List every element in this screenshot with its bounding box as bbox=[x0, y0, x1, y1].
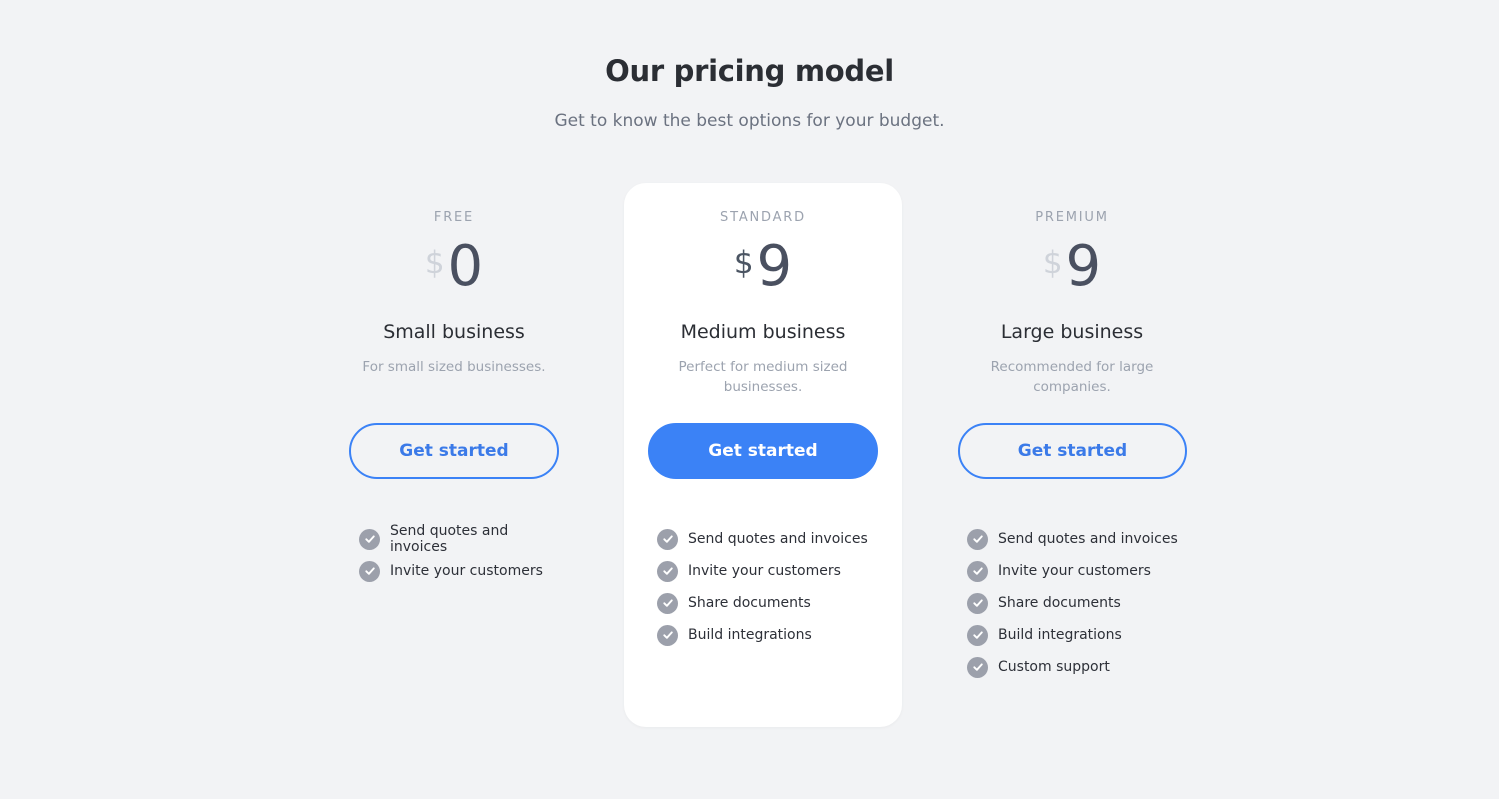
feature-label: Invite your customers bbox=[998, 563, 1151, 579]
feature-list: Send quotes and invoices Invite your cus… bbox=[359, 523, 569, 587]
feature-item: Invite your customers bbox=[359, 555, 569, 587]
feature-label: Custom support bbox=[998, 659, 1110, 675]
plan-description: Perfect for medium sized businesses. bbox=[678, 359, 848, 395]
currency-symbol: $ bbox=[733, 245, 754, 281]
check-circle-icon bbox=[967, 592, 988, 614]
check-circle-icon bbox=[657, 624, 678, 646]
feature-label: Share documents bbox=[998, 595, 1121, 611]
price-amount: 9 bbox=[756, 234, 793, 299]
plan-description: Recommended for large companies. bbox=[990, 359, 1154, 395]
feature-item: Send quotes and invoices bbox=[657, 523, 868, 555]
check-circle-icon bbox=[967, 560, 988, 582]
feature-item: Invite your customers bbox=[967, 555, 1178, 587]
page-title: Our pricing model bbox=[605, 54, 894, 88]
plan-tier: FREE bbox=[433, 210, 475, 225]
feature-list: Send quotes and invoices Invite your cus… bbox=[657, 523, 868, 651]
check-circle-icon bbox=[967, 528, 988, 550]
page-subtitle: Get to know the best options for your bu… bbox=[554, 111, 945, 131]
plan-name: Small business bbox=[383, 321, 525, 343]
feature-item: Send quotes and invoices bbox=[967, 523, 1178, 555]
plan-card-premium: PREMIUM $ 9 Large business Recommended f… bbox=[957, 183, 1187, 727]
feature-label: Build integrations bbox=[688, 627, 812, 643]
plan-card-standard: STANDARD $ 9 Medium business Perfect for… bbox=[624, 183, 902, 727]
plan-tier: STANDARD bbox=[720, 210, 806, 225]
plan-price: $ 9 bbox=[957, 239, 1187, 295]
currency-symbol: $ bbox=[1042, 245, 1063, 281]
feature-item: Build integrations bbox=[967, 619, 1178, 651]
plan-price: $ 9 bbox=[624, 239, 902, 295]
feature-item: Share documents bbox=[657, 587, 868, 619]
check-circle-icon bbox=[967, 624, 988, 646]
plan-description: For small sized businesses. bbox=[362, 359, 546, 375]
currency-symbol: $ bbox=[424, 245, 445, 281]
feature-item: Invite your customers bbox=[657, 555, 868, 587]
price-amount: 9 bbox=[1065, 234, 1102, 299]
check-circle-icon bbox=[657, 560, 678, 582]
plan-name: Medium business bbox=[680, 321, 846, 343]
get-started-button-premium[interactable]: Get started bbox=[958, 423, 1187, 479]
plan-price: $ 0 bbox=[339, 239, 569, 295]
feature-item: Build integrations bbox=[657, 619, 868, 651]
feature-item: Send quotes and invoices bbox=[359, 523, 569, 555]
plan-name: Large business bbox=[1000, 321, 1144, 343]
check-circle-icon bbox=[359, 528, 380, 550]
check-circle-icon bbox=[657, 528, 678, 550]
get-started-button-free[interactable]: Get started bbox=[349, 423, 559, 479]
get-started-button-standard[interactable]: Get started bbox=[648, 423, 878, 479]
plan-card-free: FREE $ 0 Small business For small sized … bbox=[339, 183, 569, 727]
feature-label: Send quotes and invoices bbox=[688, 531, 868, 547]
pricing-plans: FREE $ 0 Small business For small sized … bbox=[0, 183, 1499, 728]
feature-item: Share documents bbox=[967, 587, 1178, 619]
check-circle-icon bbox=[967, 656, 988, 678]
feature-label: Send quotes and invoices bbox=[998, 531, 1178, 547]
check-circle-icon bbox=[657, 592, 678, 614]
price-amount: 0 bbox=[447, 234, 484, 299]
feature-label: Share documents bbox=[688, 595, 811, 611]
feature-list: Send quotes and invoices Invite your cus… bbox=[967, 523, 1178, 683]
feature-label: Send quotes and invoices bbox=[390, 523, 509, 555]
check-circle-icon bbox=[359, 560, 380, 582]
feature-item: Custom support bbox=[967, 651, 1178, 683]
feature-label: Build integrations bbox=[998, 627, 1122, 643]
plan-tier: PREMIUM bbox=[1035, 210, 1109, 225]
feature-label: Invite your customers bbox=[688, 563, 841, 579]
feature-label: Invite your customers bbox=[390, 563, 543, 579]
